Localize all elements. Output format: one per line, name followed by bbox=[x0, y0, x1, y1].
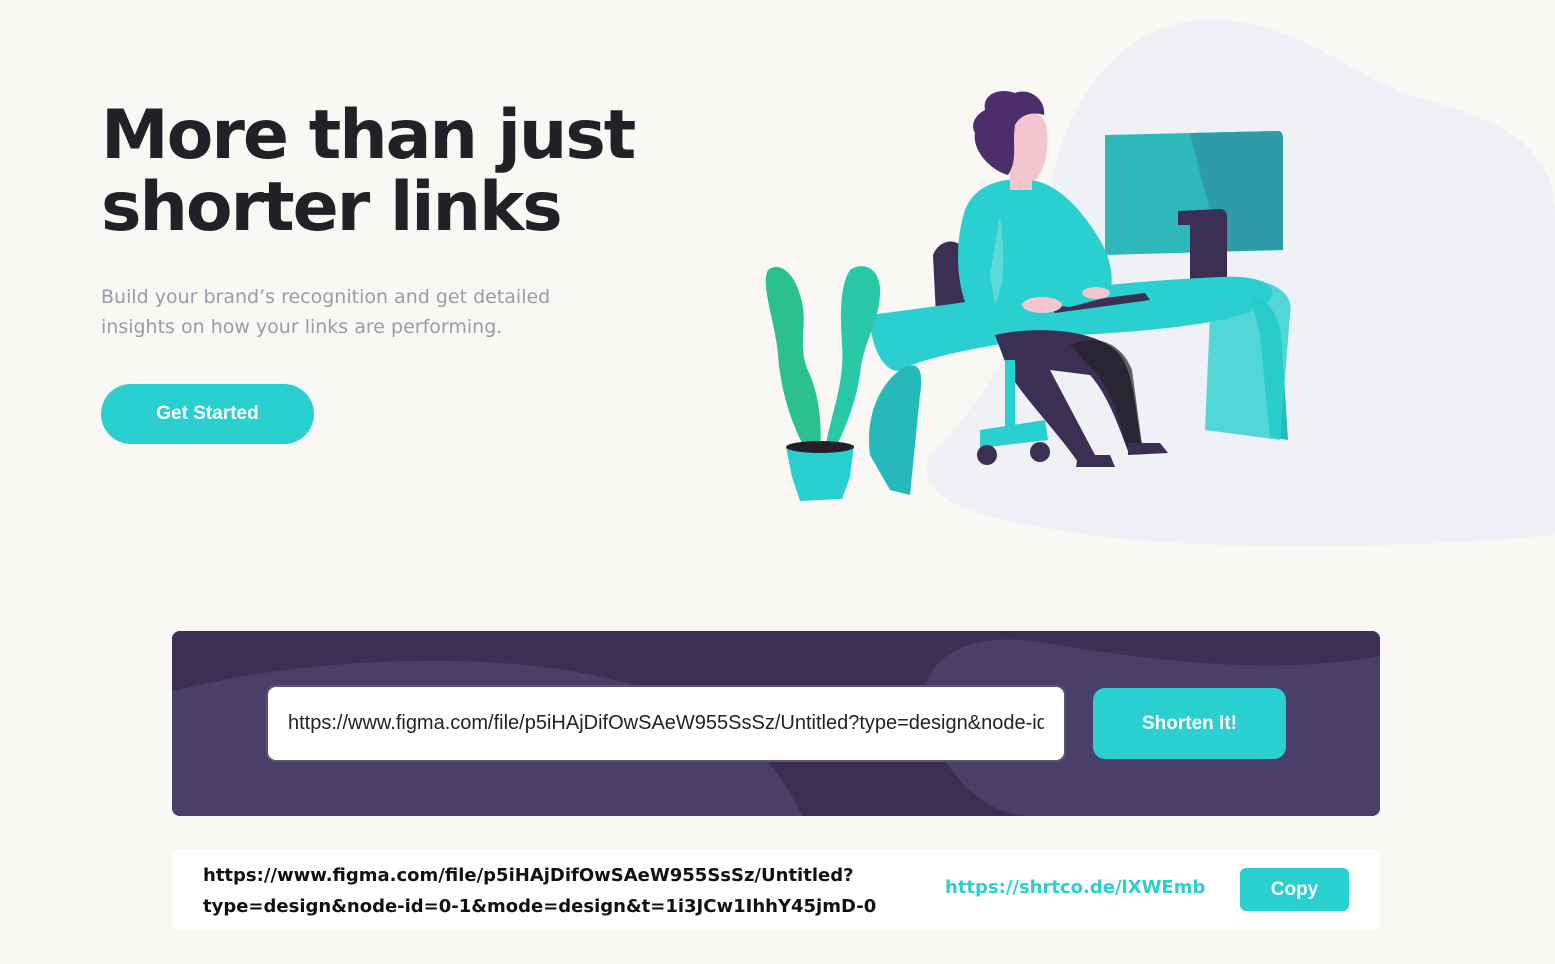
hero-title: More than just shorter links bbox=[101, 100, 701, 244]
shorten-form: Shorten It! bbox=[172, 631, 1380, 816]
hero-title-line-2: shorter links bbox=[101, 168, 563, 247]
original-url-line-1: https://www.figma.com/file/p5iHAjDifOwSA… bbox=[203, 865, 854, 886]
hand-right bbox=[1082, 287, 1110, 299]
chair-post bbox=[1005, 360, 1015, 430]
chair-wheel-1 bbox=[977, 445, 997, 465]
hero-subtitle-line-1: Build your brand’s recognition and get d… bbox=[101, 286, 551, 308]
result-row: https://www.figma.com/file/p5iHAjDifOwSA… bbox=[172, 850, 1380, 930]
person-working-illustration bbox=[750, 15, 1555, 554]
get-started-button[interactable]: Get Started bbox=[101, 384, 314, 444]
hand-left bbox=[1022, 297, 1062, 313]
original-url-line-2: type=design&node-id=0-1&mode=design&t=1i… bbox=[203, 896, 877, 917]
plant-pot bbox=[786, 445, 854, 501]
hero-subtitle: Build your brand’s recognition and get d… bbox=[101, 282, 601, 342]
shoe-left bbox=[1076, 455, 1115, 467]
desk-left-leg bbox=[869, 365, 922, 495]
chair-wheel-2 bbox=[1030, 442, 1050, 462]
url-input[interactable] bbox=[266, 685, 1066, 762]
hero-title-line-1: More than just bbox=[101, 96, 636, 175]
plant-leaf-left bbox=[765, 266, 821, 457]
copy-button[interactable]: Copy bbox=[1240, 868, 1349, 911]
original-url: https://www.figma.com/file/p5iHAjDifOwSA… bbox=[203, 860, 923, 922]
shorten-button[interactable]: Shorten It! bbox=[1093, 688, 1286, 759]
illustration-svg bbox=[765, 19, 1555, 547]
hero-subtitle-line-2: insights on how your links are performin… bbox=[101, 316, 503, 338]
short-url-link[interactable]: https://shrtco.de/lXWEmb bbox=[945, 877, 1205, 898]
